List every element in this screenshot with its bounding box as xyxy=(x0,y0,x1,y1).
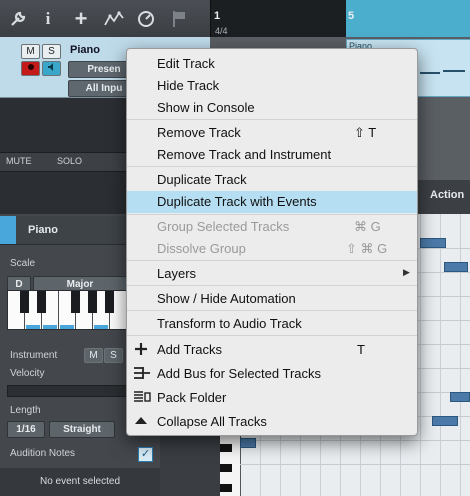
menu-item-add-bus[interactable]: Add Bus for Selected Tracks xyxy=(127,363,417,385)
menu-item-show-in-console[interactable]: Show in Console xyxy=(127,97,417,119)
menu-separator xyxy=(127,260,417,261)
track-solo-button[interactable]: S xyxy=(42,44,61,59)
menu-item-label: Group Selected Tracks xyxy=(157,219,290,234)
note-event[interactable] xyxy=(444,262,468,272)
menu-item-label: Edit Track xyxy=(157,56,215,71)
note-event[interactable] xyxy=(450,392,470,402)
wrench-icon[interactable] xyxy=(7,8,29,30)
audition-notes-checkbox[interactable]: ✓ xyxy=(138,447,153,462)
menu-separator xyxy=(127,166,417,167)
menu-item-dissolve-group[interactable]: Dissolve Group ⇧ ⌘ G xyxy=(127,238,417,260)
monitor-button[interactable] xyxy=(42,61,61,76)
track-mute-button[interactable]: M xyxy=(21,44,40,59)
no-event-status: No event selected xyxy=(0,468,160,496)
collapse-icon xyxy=(133,414,149,430)
menu-item-group-selected-tracks[interactable]: Group Selected Tracks ⌘ G xyxy=(127,216,417,238)
menu-separator xyxy=(127,285,417,286)
menu-separator xyxy=(127,119,417,120)
menu-separator xyxy=(127,310,417,311)
folder-pack-icon xyxy=(133,390,151,406)
menu-item-label: Collapse All Tracks xyxy=(157,414,267,429)
audition-notes-label: Audition Notes xyxy=(10,448,76,459)
submenu-arrow-icon: ▶ xyxy=(403,267,410,277)
menu-item-collapse-all-tracks[interactable]: Collapse All Tracks xyxy=(127,411,417,433)
menu-item-label: Add Bus for Selected Tracks xyxy=(157,366,322,381)
scale-keyboard[interactable] xyxy=(7,290,131,330)
menu-item-duplicate-track[interactable]: Duplicate Track xyxy=(127,169,417,191)
menu-item-label: Add Tracks xyxy=(157,342,223,357)
mute-all-label[interactable]: MUTE xyxy=(6,156,32,166)
length-value-button[interactable]: 1/16 xyxy=(7,421,45,438)
menu-item-show-hide-automation[interactable]: Show / Hide Automation xyxy=(127,288,417,310)
menu-item-shortcut: ⇧ ⌘ G xyxy=(346,241,388,256)
menu-separator xyxy=(127,335,417,336)
length-label: Length xyxy=(10,405,41,416)
menu-item-label: Hide Track xyxy=(157,78,220,93)
note-event[interactable] xyxy=(420,238,446,248)
note-event[interactable] xyxy=(240,438,256,448)
menu-item-shortcut: ⇧ T xyxy=(354,125,377,140)
action-menu-button[interactable]: Action xyxy=(430,189,464,201)
record-icon xyxy=(27,64,34,70)
toolbar: i + xyxy=(0,0,210,38)
bar-number-1: 1 xyxy=(214,10,221,22)
menu-item-label: Remove Track xyxy=(157,125,241,140)
instrument-mute-button[interactable]: M xyxy=(84,348,103,363)
track-name[interactable]: Piano xyxy=(70,44,100,56)
length-mode-button[interactable]: Straight xyxy=(49,421,115,438)
instrument-label: Instrument xyxy=(10,350,58,361)
time-signature: 4/4 xyxy=(215,26,228,36)
menu-item-label: Transform to Audio Track xyxy=(157,316,302,331)
selection-indicator xyxy=(0,216,16,244)
menu-item-duplicate-track-with-events[interactable]: Duplicate Track with Events xyxy=(127,191,417,213)
timeline-ruler[interactable]: 1 4/4 5 xyxy=(210,0,470,37)
menu-item-label: Show / Hide Automation xyxy=(157,291,296,306)
bar-number-5: 5 xyxy=(348,10,355,22)
solo-all-label[interactable]: SOLO xyxy=(57,156,82,166)
menu-separator xyxy=(127,214,417,215)
speaker-icon xyxy=(47,63,53,71)
menu-item-add-tracks[interactable]: Add Tracks T xyxy=(127,339,417,361)
velocity-label: Velocity xyxy=(10,368,45,379)
scale-label: Scale xyxy=(10,258,36,269)
menu-item-edit-track[interactable]: Edit Track xyxy=(127,53,417,75)
loop-range[interactable] xyxy=(346,0,470,37)
automation-icon[interactable] xyxy=(103,8,125,30)
tempo-icon[interactable] xyxy=(135,8,157,30)
menu-item-label: Pack Folder xyxy=(157,390,227,405)
menu-item-label: Duplicate Track xyxy=(157,172,247,187)
menu-item-layers[interactable]: Layers ▶ xyxy=(127,263,417,285)
inspector-title: Piano xyxy=(28,224,58,236)
info-icon[interactable]: i xyxy=(37,8,59,30)
menu-item-label: Remove Track and Instrument xyxy=(157,147,332,162)
menu-item-remove-track[interactable]: Remove Track ⇧ T xyxy=(127,122,417,144)
plus-icon xyxy=(133,342,149,358)
menu-item-label: Dissolve Group xyxy=(157,241,246,256)
track-context-menu: Edit Track Hide Track Show in Console Re… xyxy=(126,48,418,436)
note-event[interactable] xyxy=(432,416,458,426)
add-icon[interactable]: + xyxy=(70,6,92,31)
menu-item-shortcut: ⌘ G xyxy=(354,219,381,234)
menu-item-label: Layers xyxy=(157,266,197,281)
menu-item-label: Duplicate Track with Events xyxy=(157,194,317,209)
menu-item-shortcut: T xyxy=(357,342,365,357)
menu-item-hide-track[interactable]: Hide Track xyxy=(127,75,417,97)
menu-item-remove-track-and-instrument[interactable]: Remove Track and Instrument xyxy=(127,144,417,166)
bus-icon xyxy=(133,366,150,382)
record-arm-button[interactable] xyxy=(21,61,40,76)
instrument-solo-button[interactable]: S xyxy=(104,348,123,363)
menu-item-label: Show in Console xyxy=(157,100,255,115)
menu-item-pack-folder[interactable]: Pack Folder xyxy=(127,387,417,409)
marker-flag-icon[interactable] xyxy=(168,8,190,30)
menu-item-transform-to-audio-track[interactable]: Transform to Audio Track xyxy=(127,313,417,335)
